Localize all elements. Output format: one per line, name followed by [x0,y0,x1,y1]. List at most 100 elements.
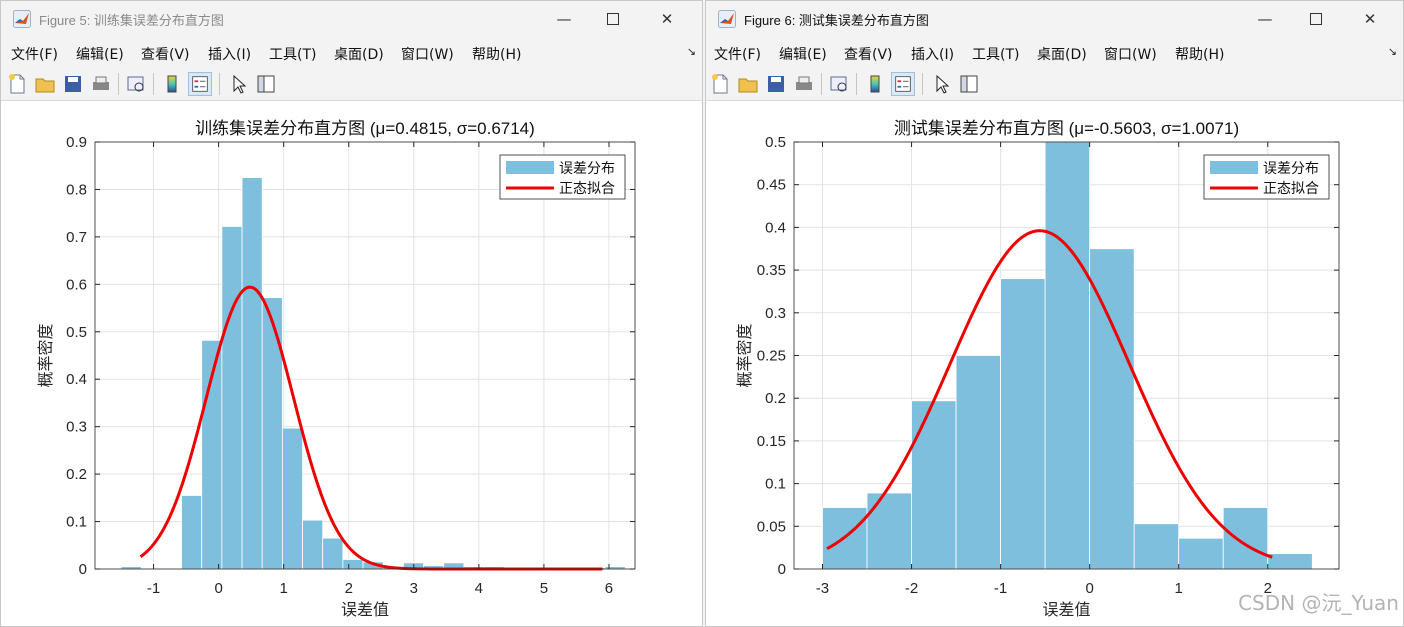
x-tick-label: -3 [816,580,829,597]
title-bar[interactable]: Figure 6: 测试集误差分布直方图 — ✕ [706,1,1403,37]
y-tick-label: 0.4 [66,371,87,388]
menu-window[interactable]: 窗口(W) [401,44,454,64]
menu-bar: 文件(F) 编辑(E) 查看(V) 插入(I) 工具(T) 桌面(D) 窗口(W… [706,37,1403,68]
maximize-button[interactable] [1293,1,1339,37]
menu-insert[interactable]: 插入(I) [911,44,954,64]
menu-desktop[interactable]: 桌面(D) [1037,44,1087,64]
x-tick-label: 3 [410,580,418,597]
menu-help[interactable]: 帮助(H) [472,44,521,64]
histogram-bar [955,355,1002,570]
y-axis-label: 概率密度 [736,323,754,387]
menu-view[interactable]: 查看(V) [844,44,893,64]
histogram-bar [342,559,364,570]
minimize-button[interactable]: — [1242,1,1288,37]
toolbar-separator [856,73,857,95]
save-icon[interactable] [764,72,788,96]
y-tick-label: 0.8 [66,181,87,198]
colorbar-icon[interactable] [863,72,887,96]
legend-swatch-bars [1210,161,1258,174]
figure-toolbar [1,68,702,101]
menu-edit[interactable]: 编辑(E) [779,44,827,64]
y-tick-label: 0 [778,561,786,578]
minimize-icon: — [1257,10,1273,28]
menu-tools[interactable]: 工具(T) [269,44,316,64]
legend-icon[interactable] [188,72,212,96]
maximize-button[interactable] [590,1,636,37]
plot-tools-icon[interactable] [957,72,981,96]
x-tick-label: 2 [345,580,353,597]
histogram-bar [1044,141,1091,570]
pointer-icon[interactable] [929,72,953,96]
menu-insert[interactable]: 插入(I) [208,44,251,64]
menu-file[interactable]: 文件(F) [714,44,761,64]
menu-tools[interactable]: 工具(T) [972,44,1019,64]
y-tick-label: 0.1 [765,476,786,493]
close-button[interactable]: ✕ [1347,1,1393,37]
menu-edit[interactable]: 编辑(E) [76,44,124,64]
y-tick-label: 0.6 [66,276,87,293]
menu-file[interactable]: 文件(F) [11,44,58,64]
figure-window-right: Figure 6: 测试集误差分布直方图 — ✕ 文件(F) 编辑(E) 查看(… [705,0,1404,627]
new-figure-icon[interactable] [708,72,732,96]
x-tick-label: -2 [905,580,918,597]
y-tick-label: 0.05 [757,518,786,535]
legend-label: 误差分布 [559,160,615,176]
histogram-bar [281,427,303,570]
open-file-icon[interactable] [33,72,57,96]
pointer-icon[interactable] [226,72,250,96]
open-file-icon[interactable] [736,72,760,96]
x-tick-label: 1 [280,580,288,597]
menu-help[interactable]: 帮助(H) [1175,44,1224,64]
x-tick-label: 1 [1175,580,1183,597]
histogram-bar [1133,523,1180,570]
x-axis-label: 误差值 [341,601,389,619]
close-button[interactable]: ✕ [644,1,690,37]
toolbar-separator [922,73,923,95]
print-preview-icon[interactable] [124,72,148,96]
dock-arrow-icon[interactable]: ↘ [687,45,696,58]
menu-window[interactable]: 窗口(W) [1104,44,1157,64]
title-bar[interactable]: Figure 5: 训练集误差分布直方图 — ✕ [1,1,702,37]
y-tick-label: 0.3 [765,305,786,322]
print-icon[interactable] [792,72,816,96]
toolbar-separator [821,73,822,95]
legend-swatch-bars [506,161,554,174]
close-icon: ✕ [1363,10,1377,28]
close-icon: ✕ [660,10,674,28]
menu-desktop[interactable]: 桌面(D) [334,44,384,64]
x-tick-label: -1 [147,580,160,597]
plot-tools-icon[interactable] [254,72,278,96]
legend-label: 正态拟合 [1263,180,1319,196]
y-tick-label: 0.5 [66,324,87,341]
y-tick-label: 0.1 [66,514,87,531]
histogram-bar [1089,248,1135,570]
histogram-bar [322,537,344,570]
menu-view[interactable]: 查看(V) [141,44,190,64]
new-figure-icon[interactable] [5,72,29,96]
legend-label: 正态拟合 [559,180,615,196]
figure-window-left: Figure 5: 训练集误差分布直方图 — ✕ 文件(F) 编辑(E) 查看(… [0,0,703,627]
x-tick-label: 0 [214,580,222,597]
dock-arrow-icon[interactable]: ↘ [1388,45,1397,58]
histogram-bar [241,177,263,570]
colorbar-icon[interactable] [160,72,184,96]
y-tick-label: 0.45 [757,177,786,194]
chart-title: 测试集误差分布直方图 (μ=-0.5603, σ=1.0071) [894,119,1239,138]
histogram-bar [1267,553,1313,570]
histogram-bar [911,400,957,570]
print-preview-icon[interactable] [827,72,851,96]
histogram-bar [1000,278,1046,570]
print-icon[interactable] [89,72,113,96]
save-icon[interactable] [61,72,85,96]
histogram-bar [181,495,203,570]
y-tick-label: 0.7 [66,229,87,246]
maximize-icon [607,13,619,25]
y-axis-label: 概率密度 [37,323,55,387]
window-title: Figure 6: 测试集误差分布直方图 [744,13,929,28]
legend-icon[interactable] [891,72,915,96]
minimize-button[interactable]: — [541,1,587,37]
y-tick-label: 0.5 [765,134,786,151]
toolbar-separator [219,73,220,95]
x-tick-label: 5 [540,580,548,597]
matlab-logo-icon [13,10,31,28]
